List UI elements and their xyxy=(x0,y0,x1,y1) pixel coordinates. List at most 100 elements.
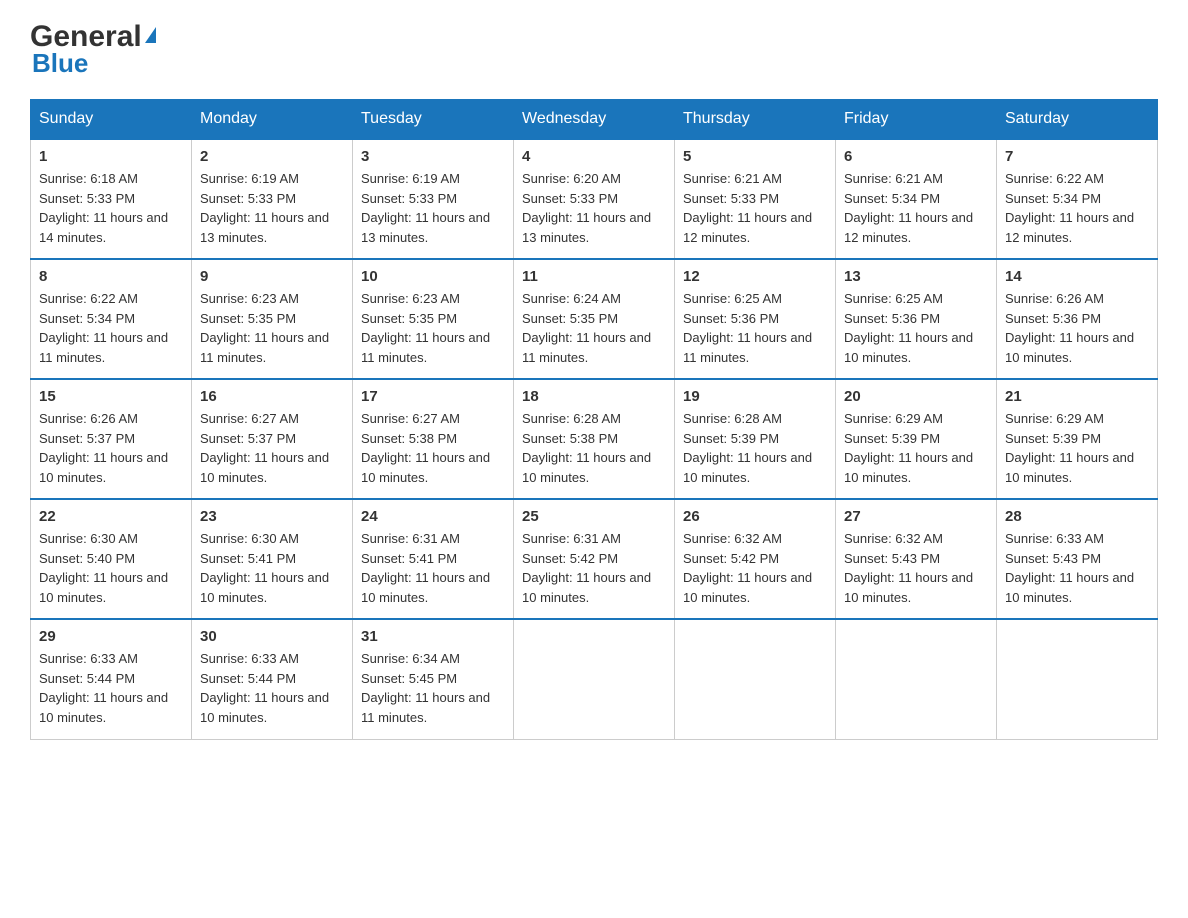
calendar-week-row: 29 Sunrise: 6:33 AMSunset: 5:44 PMDaylig… xyxy=(31,619,1158,739)
calendar-cell: 29 Sunrise: 6:33 AMSunset: 5:44 PMDaylig… xyxy=(31,619,192,739)
calendar-cell: 17 Sunrise: 6:27 AMSunset: 5:38 PMDaylig… xyxy=(353,379,514,499)
calendar-cell: 31 Sunrise: 6:34 AMSunset: 5:45 PMDaylig… xyxy=(353,619,514,739)
calendar-cell: 16 Sunrise: 6:27 AMSunset: 5:37 PMDaylig… xyxy=(192,379,353,499)
calendar-cell: 10 Sunrise: 6:23 AMSunset: 5:35 PMDaylig… xyxy=(353,259,514,379)
day-number: 14 xyxy=(1005,268,1149,285)
calendar-cell: 25 Sunrise: 6:31 AMSunset: 5:42 PMDaylig… xyxy=(514,499,675,619)
day-number: 27 xyxy=(844,508,988,525)
column-header-sunday: Sunday xyxy=(31,100,192,140)
day-number: 4 xyxy=(522,148,666,165)
day-info: Sunrise: 6:30 AMSunset: 5:40 PMDaylight:… xyxy=(39,531,168,605)
day-number: 24 xyxy=(361,508,505,525)
day-number: 3 xyxy=(361,148,505,165)
day-info: Sunrise: 6:19 AMSunset: 5:33 PMDaylight:… xyxy=(361,171,490,245)
day-number: 18 xyxy=(522,388,666,405)
calendar-cell: 20 Sunrise: 6:29 AMSunset: 5:39 PMDaylig… xyxy=(836,379,997,499)
day-info: Sunrise: 6:26 AMSunset: 5:37 PMDaylight:… xyxy=(39,411,168,485)
day-info: Sunrise: 6:32 AMSunset: 5:43 PMDaylight:… xyxy=(844,531,973,605)
calendar-cell: 13 Sunrise: 6:25 AMSunset: 5:36 PMDaylig… xyxy=(836,259,997,379)
calendar-cell: 15 Sunrise: 6:26 AMSunset: 5:37 PMDaylig… xyxy=(31,379,192,499)
calendar-week-row: 22 Sunrise: 6:30 AMSunset: 5:40 PMDaylig… xyxy=(31,499,1158,619)
day-info: Sunrise: 6:33 AMSunset: 5:44 PMDaylight:… xyxy=(200,651,329,725)
day-number: 12 xyxy=(683,268,827,285)
day-number: 9 xyxy=(200,268,344,285)
calendar-cell: 5 Sunrise: 6:21 AMSunset: 5:33 PMDayligh… xyxy=(675,139,836,259)
day-info: Sunrise: 6:22 AMSunset: 5:34 PMDaylight:… xyxy=(1005,171,1134,245)
day-info: Sunrise: 6:33 AMSunset: 5:44 PMDaylight:… xyxy=(39,651,168,725)
day-number: 30 xyxy=(200,628,344,645)
column-header-thursday: Thursday xyxy=(675,100,836,140)
day-number: 19 xyxy=(683,388,827,405)
calendar-cell: 18 Sunrise: 6:28 AMSunset: 5:38 PMDaylig… xyxy=(514,379,675,499)
day-number: 8 xyxy=(39,268,183,285)
calendar-cell: 24 Sunrise: 6:31 AMSunset: 5:41 PMDaylig… xyxy=(353,499,514,619)
day-number: 2 xyxy=(200,148,344,165)
day-number: 25 xyxy=(522,508,666,525)
day-number: 1 xyxy=(39,148,183,165)
day-info: Sunrise: 6:22 AMSunset: 5:34 PMDaylight:… xyxy=(39,291,168,365)
calendar-cell: 21 Sunrise: 6:29 AMSunset: 5:39 PMDaylig… xyxy=(997,379,1158,499)
logo-blue: Blue xyxy=(32,48,88,79)
day-info: Sunrise: 6:29 AMSunset: 5:39 PMDaylight:… xyxy=(1005,411,1134,485)
day-number: 7 xyxy=(1005,148,1149,165)
day-info: Sunrise: 6:20 AMSunset: 5:33 PMDaylight:… xyxy=(522,171,651,245)
day-number: 31 xyxy=(361,628,505,645)
day-info: Sunrise: 6:30 AMSunset: 5:41 PMDaylight:… xyxy=(200,531,329,605)
day-info: Sunrise: 6:32 AMSunset: 5:42 PMDaylight:… xyxy=(683,531,812,605)
day-info: Sunrise: 6:21 AMSunset: 5:34 PMDaylight:… xyxy=(844,171,973,245)
day-info: Sunrise: 6:26 AMSunset: 5:36 PMDaylight:… xyxy=(1005,291,1134,365)
calendar-cell: 30 Sunrise: 6:33 AMSunset: 5:44 PMDaylig… xyxy=(192,619,353,739)
column-header-tuesday: Tuesday xyxy=(353,100,514,140)
day-number: 29 xyxy=(39,628,183,645)
day-number: 11 xyxy=(522,268,666,285)
logo: General Blue xyxy=(30,20,156,79)
day-info: Sunrise: 6:29 AMSunset: 5:39 PMDaylight:… xyxy=(844,411,973,485)
day-number: 6 xyxy=(844,148,988,165)
page-header: General Blue xyxy=(30,20,1158,79)
calendar-cell: 1 Sunrise: 6:18 AMSunset: 5:33 PMDayligh… xyxy=(31,139,192,259)
day-number: 20 xyxy=(844,388,988,405)
calendar-cell: 7 Sunrise: 6:22 AMSunset: 5:34 PMDayligh… xyxy=(997,139,1158,259)
column-header-monday: Monday xyxy=(192,100,353,140)
calendar-cell: 28 Sunrise: 6:33 AMSunset: 5:43 PMDaylig… xyxy=(997,499,1158,619)
day-number: 5 xyxy=(683,148,827,165)
calendar-week-row: 1 Sunrise: 6:18 AMSunset: 5:33 PMDayligh… xyxy=(31,139,1158,259)
day-info: Sunrise: 6:24 AMSunset: 5:35 PMDaylight:… xyxy=(522,291,651,365)
day-number: 15 xyxy=(39,388,183,405)
calendar-cell: 4 Sunrise: 6:20 AMSunset: 5:33 PMDayligh… xyxy=(514,139,675,259)
calendar-cell: 2 Sunrise: 6:19 AMSunset: 5:33 PMDayligh… xyxy=(192,139,353,259)
day-info: Sunrise: 6:28 AMSunset: 5:38 PMDaylight:… xyxy=(522,411,651,485)
day-number: 23 xyxy=(200,508,344,525)
day-info: Sunrise: 6:18 AMSunset: 5:33 PMDaylight:… xyxy=(39,171,168,245)
calendar-cell: 9 Sunrise: 6:23 AMSunset: 5:35 PMDayligh… xyxy=(192,259,353,379)
day-info: Sunrise: 6:23 AMSunset: 5:35 PMDaylight:… xyxy=(361,291,490,365)
day-info: Sunrise: 6:27 AMSunset: 5:38 PMDaylight:… xyxy=(361,411,490,485)
calendar-cell xyxy=(836,619,997,739)
day-info: Sunrise: 6:19 AMSunset: 5:33 PMDaylight:… xyxy=(200,171,329,245)
day-info: Sunrise: 6:31 AMSunset: 5:42 PMDaylight:… xyxy=(522,531,651,605)
calendar-cell: 14 Sunrise: 6:26 AMSunset: 5:36 PMDaylig… xyxy=(997,259,1158,379)
day-info: Sunrise: 6:33 AMSunset: 5:43 PMDaylight:… xyxy=(1005,531,1134,605)
calendar-cell: 26 Sunrise: 6:32 AMSunset: 5:42 PMDaylig… xyxy=(675,499,836,619)
calendar-cell: 8 Sunrise: 6:22 AMSunset: 5:34 PMDayligh… xyxy=(31,259,192,379)
day-info: Sunrise: 6:27 AMSunset: 5:37 PMDaylight:… xyxy=(200,411,329,485)
calendar-table: SundayMondayTuesdayWednesdayThursdayFrid… xyxy=(30,99,1158,740)
column-header-saturday: Saturday xyxy=(997,100,1158,140)
day-number: 10 xyxy=(361,268,505,285)
calendar-cell xyxy=(514,619,675,739)
day-number: 22 xyxy=(39,508,183,525)
day-info: Sunrise: 6:21 AMSunset: 5:33 PMDaylight:… xyxy=(683,171,812,245)
calendar-cell: 11 Sunrise: 6:24 AMSunset: 5:35 PMDaylig… xyxy=(514,259,675,379)
calendar-cell: 23 Sunrise: 6:30 AMSunset: 5:41 PMDaylig… xyxy=(192,499,353,619)
day-info: Sunrise: 6:25 AMSunset: 5:36 PMDaylight:… xyxy=(683,291,812,365)
day-info: Sunrise: 6:34 AMSunset: 5:45 PMDaylight:… xyxy=(361,651,490,725)
calendar-cell xyxy=(675,619,836,739)
calendar-cell: 6 Sunrise: 6:21 AMSunset: 5:34 PMDayligh… xyxy=(836,139,997,259)
day-number: 28 xyxy=(1005,508,1149,525)
day-number: 21 xyxy=(1005,388,1149,405)
calendar-header-row: SundayMondayTuesdayWednesdayThursdayFrid… xyxy=(31,100,1158,140)
day-number: 17 xyxy=(361,388,505,405)
calendar-cell: 22 Sunrise: 6:30 AMSunset: 5:40 PMDaylig… xyxy=(31,499,192,619)
calendar-cell: 27 Sunrise: 6:32 AMSunset: 5:43 PMDaylig… xyxy=(836,499,997,619)
day-info: Sunrise: 6:28 AMSunset: 5:39 PMDaylight:… xyxy=(683,411,812,485)
